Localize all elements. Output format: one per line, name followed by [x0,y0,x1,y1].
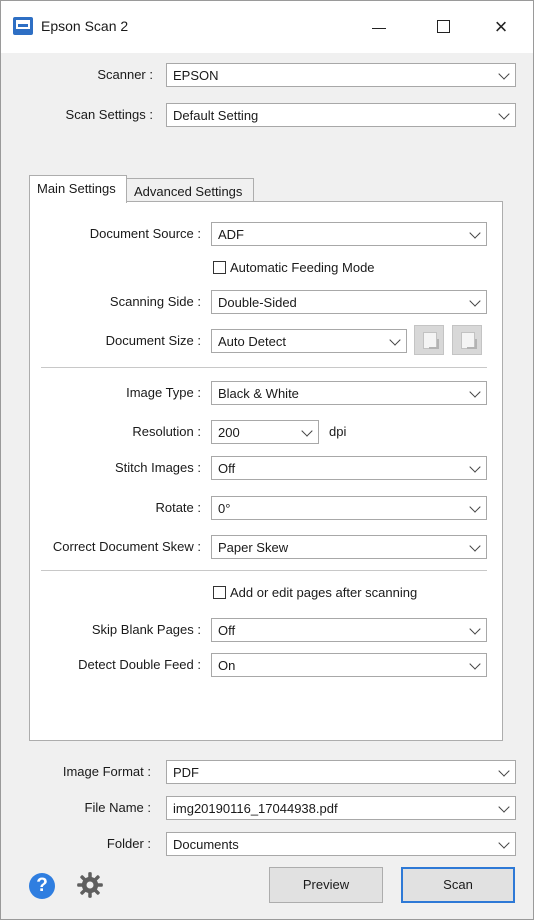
scanner-label: Scanner : [97,67,153,82]
window-title: Epson Scan 2 [41,18,129,34]
chevron-down-icon [469,501,481,513]
scanning-side-label: Scanning Side : [109,294,201,309]
stitch-images-label: Stitch Images : [115,460,201,475]
skip-blank-pages-label: Skip Blank Pages : [91,622,201,637]
chevron-down-icon [469,227,481,239]
detect-double-feed-value: On [218,658,236,673]
section-divider [41,367,487,368]
chevron-down-icon [498,765,510,777]
document-size-label: Document Size : [105,333,201,348]
folder-value: Documents [173,837,239,852]
corner-mark-icon [429,339,439,349]
corner-mark-icon [467,339,477,349]
scanning-side-select[interactable]: Double-Sided [211,290,487,314]
image-type-value: Black & White [218,386,299,401]
scanner-select[interactable]: EPSON [166,63,516,87]
scanning-side-value: Double-Sided [218,295,297,310]
chevron-down-icon [498,837,510,849]
help-icon[interactable]: ? [29,873,55,899]
chevron-down-icon [469,658,481,670]
resolution-unit: dpi [329,424,347,439]
minimize-button[interactable] [357,9,401,45]
document-source-label: Document Source : [89,226,201,241]
detect-double-feed-label: Detect Double Feed : [78,657,201,672]
chevron-down-icon [469,386,481,398]
image-format-value: PDF [173,765,199,780]
rotate-value: 0° [218,501,231,516]
document-size-select[interactable]: Auto Detect [211,329,407,353]
resolution-value: 200 [218,425,240,440]
add-edit-pages-label: Add or edit pages after scanning [230,585,418,600]
rotate-select[interactable]: 0° [211,496,487,520]
image-format-label: Image Format : [62,764,151,779]
rotate-label: Rotate : [155,500,201,515]
automatic-feeding-mode-label: Automatic Feeding Mode [230,260,375,275]
scan-settings-select[interactable]: Default Setting [166,103,516,127]
section-divider [41,570,487,571]
document-size-landscape-button[interactable] [414,325,444,355]
skip-blank-pages-select[interactable]: Off [211,618,487,642]
scanner-app-icon [13,17,33,35]
gear-icon[interactable] [76,871,104,899]
chevron-down-icon [469,461,481,473]
document-source-select[interactable]: ADF [211,222,487,246]
chevron-down-icon [498,801,510,813]
stitch-images-select[interactable]: Off [211,456,487,480]
detect-double-feed-select[interactable]: On [211,653,487,677]
image-format-select[interactable]: PDF [166,760,516,784]
preview-button[interactable]: Preview [269,867,383,903]
correct-document-skew-select[interactable]: Paper Skew [211,535,487,559]
folder-label: Folder : [106,836,151,851]
skip-blank-pages-value: Off [218,623,236,638]
chevron-down-icon [469,295,481,307]
epson-scan-window: Epson Scan 2 × Scanner : EPSON Scan Sett… [0,0,534,920]
correct-document-skew-label: Correct Document Skew : [52,539,201,554]
document-source-value: ADF [218,227,244,242]
correct-document-skew-value: Paper Skew [218,540,289,555]
title-bar: Epson Scan 2 × [1,1,533,53]
close-button[interactable]: × [479,9,523,45]
checkbox-box[interactable] [213,586,226,599]
image-type-label: Image Type : [126,385,201,400]
document-size-value: Auto Detect [218,334,286,349]
automatic-feeding-mode-checkbox[interactable]: Automatic Feeding Mode [213,260,375,275]
scanner-value: EPSON [173,68,219,83]
chevron-down-icon [469,623,481,635]
add-edit-pages-checkbox[interactable]: Add or edit pages after scanning [213,585,417,600]
chevron-down-icon [301,425,313,437]
scan-settings-value: Default Setting [173,108,259,123]
file-name-select[interactable]: img20190116_17044938.pdf [166,796,516,820]
resolution-label: Resolution : [132,424,201,439]
scan-button[interactable]: Scan [401,867,515,903]
chevron-down-icon [498,108,510,120]
image-type-select[interactable]: Black & White [211,381,487,405]
document-size-portrait-button[interactable] [452,325,482,355]
checkbox-box[interactable] [213,261,226,274]
chevron-down-icon [389,334,401,346]
file-name-value: img20190116_17044938.pdf [173,801,338,816]
tab-main-settings[interactable]: Main Settings [29,175,127,203]
file-name-label: File Name : [84,800,151,815]
folder-select[interactable]: Documents [166,832,516,856]
resolution-select[interactable]: 200 [211,420,319,444]
stitch-images-value: Off [218,461,236,476]
maximize-button[interactable] [421,9,465,45]
scan-settings-label: Scan Settings : [65,107,153,122]
chevron-down-icon [469,540,481,552]
chevron-down-icon [498,68,510,80]
